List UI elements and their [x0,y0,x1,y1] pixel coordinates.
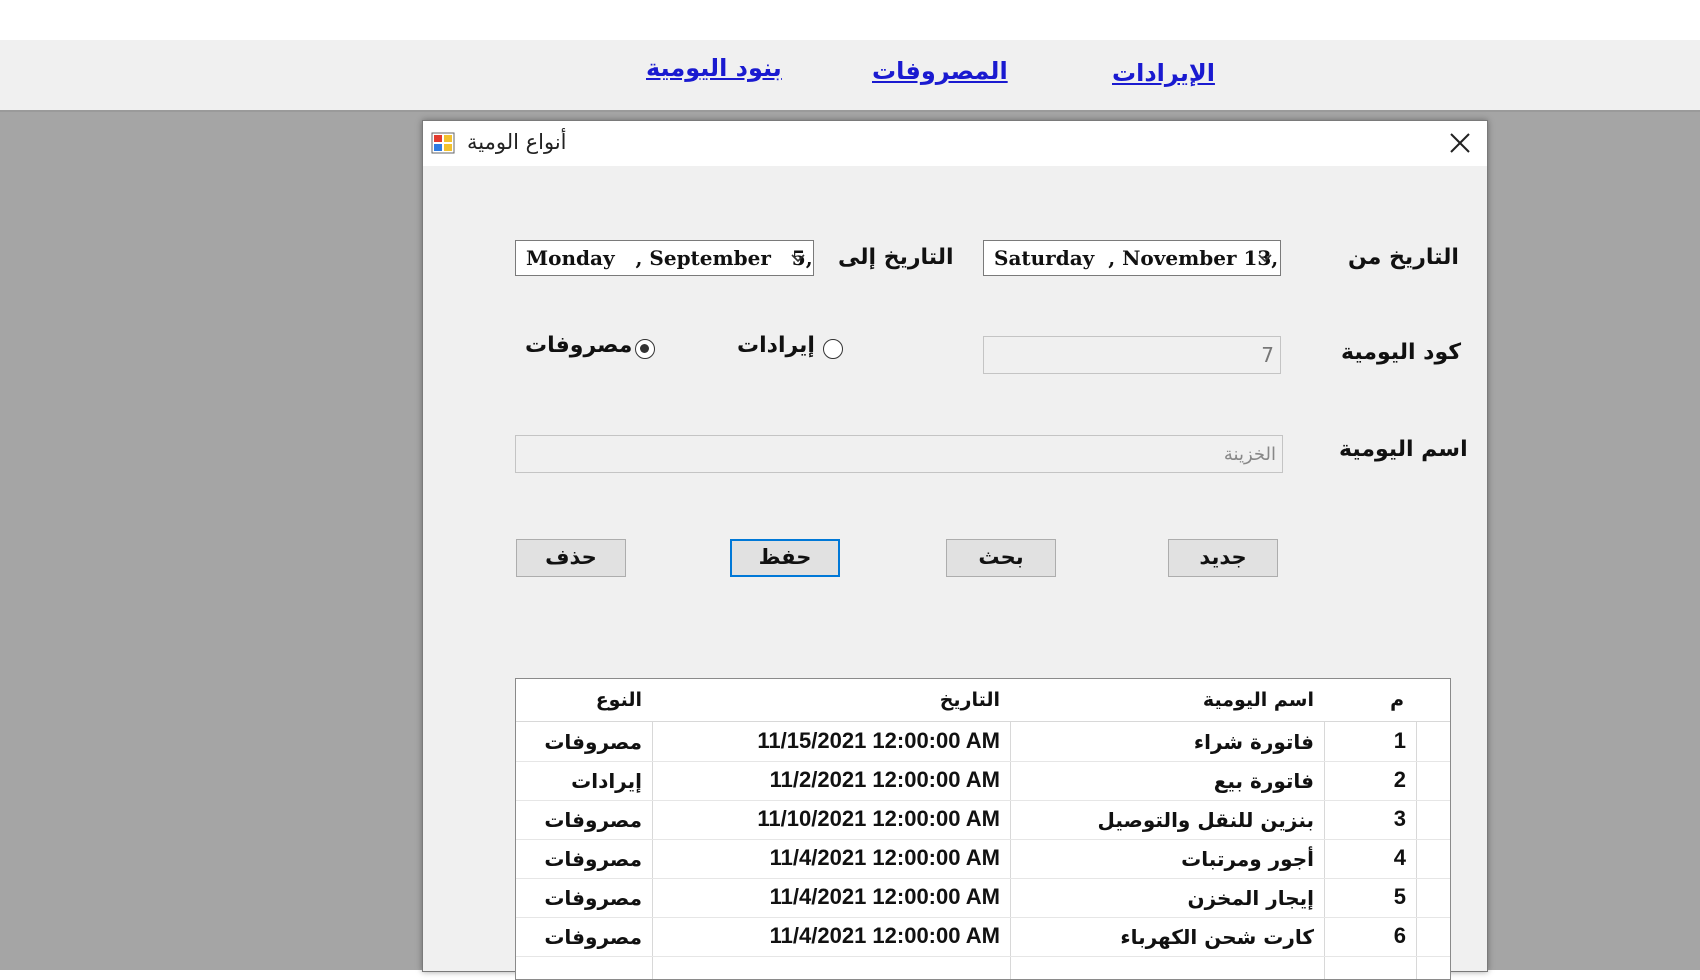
radio-revenue[interactable]: إيرادات [737,331,847,367]
close-button[interactable] [1433,121,1487,166]
cell-name: فاتورة بيع [1213,769,1314,793]
header-type[interactable]: النوع [596,689,642,711]
cell-name: كارت شحن الكهرباء [1120,925,1314,949]
journal-code-field[interactable] [983,336,1281,374]
cell-num: 2 [1393,767,1406,792]
cell-name: بنزين للنقل والتوصيل [1097,808,1314,832]
menu-link-journal-items[interactable]: بنود اليومية [646,54,782,82]
journal-code-label: كود اليومية [1341,340,1462,365]
date-from-picker[interactable]: Saturday , November 13, [983,240,1281,276]
journal-name-label: اسم اليومية [1339,437,1468,462]
journal-name-field[interactable] [515,435,1283,473]
save-button[interactable]: حفظ [730,539,840,577]
cell-date: 11/2/2021 12:00:00 AM [769,767,1000,792]
journal-grid[interactable]: م اسم اليومية التاريخ النوع 1 فاتورة شرا… [515,678,1451,980]
cell-type: مصروفات [544,808,642,832]
date-to-value: Monday , September 5, [526,246,813,270]
chevron-down-icon [1258,254,1272,263]
cell-name: إيجار المخزن [1187,886,1314,910]
table-row[interactable]: 3 بنزين للنقل والتوصيل 11/10/2021 12:00:… [516,800,1450,840]
radio-expenses-label: مصروفات [525,333,633,358]
cell-date: 11/15/2021 12:00:00 AM [757,728,1000,753]
table-row[interactable]: 2 فاتورة بيع 11/2/2021 12:00:00 AM إيراد… [516,761,1450,801]
date-from-label: التاريخ من [1348,245,1459,270]
app-window-icon [431,132,455,154]
cell-num: 4 [1393,845,1406,870]
grid-header: م اسم اليومية التاريخ النوع [516,679,1450,722]
header-date[interactable]: التاريخ [940,689,1000,711]
cell-type: مصروفات [544,730,642,754]
new-button[interactable]: جديد [1168,539,1278,577]
header-name[interactable]: اسم اليومية [1203,689,1314,711]
cell-date: 11/4/2021 12:00:00 AM [769,923,1000,948]
date-to-label: التاريخ إلى [838,245,954,270]
journal-types-dialog: أنواع الومية التاريخ من Saturday , Novem… [422,120,1488,980]
menu-strip: بنود اليومية المصروفات الإيرادات [0,40,1700,112]
table-row[interactable]: 6 كارت شحن الكهرباء 11/4/2021 12:00:00 A… [516,917,1450,957]
delete-button[interactable]: حذف [516,539,626,577]
radio-revenue-label: إيرادات [737,333,815,358]
close-icon [1450,133,1470,153]
cell-date: 11/10/2021 12:00:00 AM [757,806,1000,831]
radio-selected-dot [640,344,649,353]
cell-date: 11/4/2021 12:00:00 AM [769,884,1000,909]
cell-num: 6 [1393,923,1406,948]
chevron-down-icon [791,254,805,263]
table-row[interactable]: 1 فاتورة شراء 11/15/2021 12:00:00 AM مصر… [516,722,1450,762]
cell-type: مصروفات [544,847,642,871]
cell-num: 1 [1393,728,1406,753]
cell-num: 5 [1393,884,1406,909]
menu-link-expenses[interactable]: المصروفات [872,57,1008,85]
cell-date: 11/4/2021 12:00:00 AM [769,845,1000,870]
header-num[interactable]: م [1390,689,1404,711]
top-blank-area [0,0,1700,40]
cell-num: 3 [1393,806,1406,831]
radio-expenses-circle[interactable] [635,339,655,359]
date-to-picker[interactable]: Monday , September 5, [515,240,814,276]
radio-revenue-circle[interactable] [823,339,843,359]
radio-expenses[interactable]: مصروفات [525,331,659,367]
table-row[interactable]: 4 أجور ومرتبات 11/4/2021 12:00:00 AM مصر… [516,839,1450,879]
dialog-title: أنواع الومية [467,130,567,154]
menu-link-revenues[interactable]: الإيرادات [1112,59,1215,87]
cell-name: فاتورة شراء [1193,730,1314,754]
date-from-value: Saturday , November 13, [994,246,1279,270]
cell-type: مصروفات [544,925,642,949]
search-button[interactable]: بحث [946,539,1056,577]
cell-type: إيرادات [571,769,642,793]
table-row[interactable]: 5 إيجار المخزن 11/4/2021 12:00:00 AM مصر… [516,878,1450,918]
dialog-titlebar[interactable]: أنواع الومية [423,121,1487,166]
cell-name: أجور ومرتبات [1181,847,1314,871]
cell-type: مصروفات [544,886,642,910]
